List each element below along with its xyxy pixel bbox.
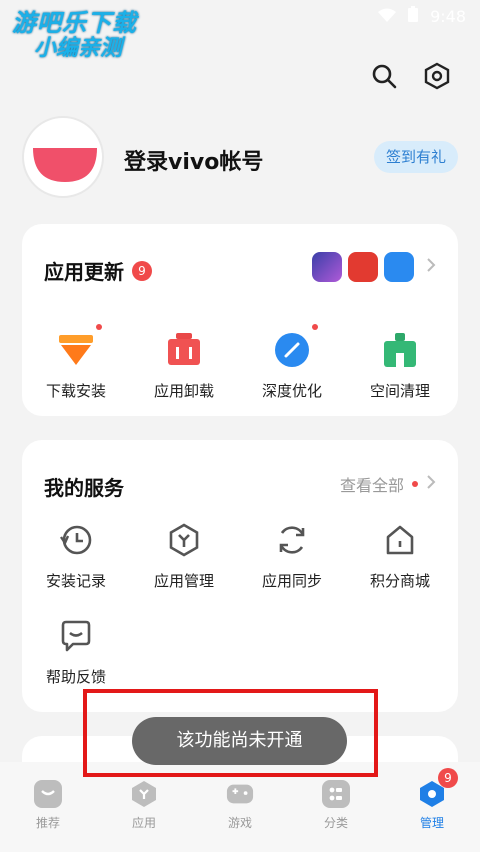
gamepad-icon bbox=[226, 780, 254, 808]
action-space-clean[interactable]: 空间清理 bbox=[346, 330, 454, 401]
nav-label: 推荐 bbox=[35, 816, 60, 830]
service-label: 帮助反馈 bbox=[45, 668, 106, 686]
watermark-line2: 小编亲测 bbox=[34, 36, 123, 61]
services-row-1: 安装记录 应用管理 应用同步 积分商城 bbox=[22, 520, 458, 591]
my-services-card: 我的服务 查看全部 安装记录 应用管理 应用同步 积分商城 帮助反馈 bbox=[22, 440, 458, 712]
status-time: 9:48 bbox=[430, 6, 466, 26]
action-download-install[interactable]: 下载安装 bbox=[22, 324, 130, 401]
service-label: 应用同步 bbox=[261, 572, 322, 590]
service-app-sync[interactable]: 应用同步 bbox=[238, 520, 346, 591]
action-label: 应用卸载 bbox=[153, 382, 214, 400]
wifi-icon bbox=[378, 7, 397, 26]
search-icon[interactable] bbox=[368, 60, 400, 92]
avatar[interactable] bbox=[22, 116, 104, 198]
view-all-link[interactable]: 查看全部 bbox=[340, 472, 436, 496]
store-icon bbox=[380, 520, 420, 560]
new-dot bbox=[412, 481, 418, 487]
nav-label: 应用 bbox=[131, 816, 156, 830]
nav-label: 分类 bbox=[323, 816, 348, 830]
update-count-badge: 9 bbox=[132, 260, 152, 281]
service-help-feedback[interactable]: 帮助反馈 bbox=[22, 616, 130, 687]
app-update-card: 应用更新 9 下载安装 应用卸载 深度优化 空间清理 bbox=[22, 224, 458, 416]
action-label: 下载安装 bbox=[45, 382, 106, 400]
app-icon-game bbox=[312, 252, 342, 282]
service-points-store[interactable]: 积分商城 bbox=[346, 520, 454, 591]
nav-manage[interactable]: 9 管理 bbox=[384, 762, 480, 852]
update-app-icons[interactable] bbox=[312, 252, 436, 282]
service-label: 安装记录 bbox=[45, 572, 106, 590]
login-vivo-account[interactable]: 登录vivo帐号 bbox=[124, 144, 263, 176]
trash-icon bbox=[164, 330, 204, 370]
settings-icon[interactable] bbox=[421, 60, 453, 92]
battery-icon bbox=[408, 6, 419, 26]
watermark-line1: 游吧乐下载 bbox=[12, 9, 137, 37]
clean-icon bbox=[380, 330, 420, 370]
nav-recommend[interactable]: 推荐 bbox=[0, 762, 96, 852]
service-install-history[interactable]: 安装记录 bbox=[22, 520, 130, 591]
action-deep-optimize[interactable]: 深度优化 bbox=[238, 324, 346, 401]
download-icon bbox=[56, 324, 102, 370]
services-row-2: 帮助反馈 bbox=[22, 616, 130, 687]
app-update-title: 应用更新 bbox=[44, 260, 124, 284]
sync-icon bbox=[272, 520, 312, 560]
watermark: 游吧乐下载 小编亲测 bbox=[12, 10, 137, 62]
app-icon-pinduoduo bbox=[348, 252, 378, 282]
category-icon bbox=[322, 780, 350, 808]
nav-label: 管理 bbox=[419, 816, 444, 830]
manage-badge: 9 bbox=[438, 768, 458, 788]
action-uninstall[interactable]: 应用卸载 bbox=[130, 330, 238, 401]
nav-label: 游戏 bbox=[227, 816, 252, 830]
optimize-icon bbox=[272, 324, 318, 370]
service-label: 积分商城 bbox=[369, 572, 430, 590]
app-update-header[interactable]: 应用更新 9 bbox=[44, 256, 152, 285]
highlight-box bbox=[83, 689, 378, 777]
apps-icon bbox=[130, 780, 158, 808]
chevron-right-icon bbox=[426, 257, 436, 277]
action-label: 深度优化 bbox=[261, 382, 322, 400]
action-label: 空间清理 bbox=[369, 382, 430, 400]
view-all-label: 查看全部 bbox=[339, 476, 404, 495]
services-title: 我的服务 bbox=[44, 476, 124, 500]
app-icon-blue bbox=[384, 252, 414, 282]
app-update-actions: 下载安装 应用卸载 深度优化 空间清理 bbox=[22, 324, 458, 401]
service-app-manage[interactable]: 应用管理 bbox=[130, 520, 238, 591]
service-label: 应用管理 bbox=[153, 572, 214, 590]
status-bar: 9:48 bbox=[378, 6, 466, 26]
recommend-icon bbox=[34, 780, 62, 808]
chevron-right-icon bbox=[426, 474, 436, 494]
app-manage-icon bbox=[164, 520, 204, 560]
checkin-button[interactable]: 签到有礼 bbox=[373, 141, 458, 173]
feedback-icon bbox=[56, 616, 96, 656]
history-icon bbox=[56, 520, 96, 560]
